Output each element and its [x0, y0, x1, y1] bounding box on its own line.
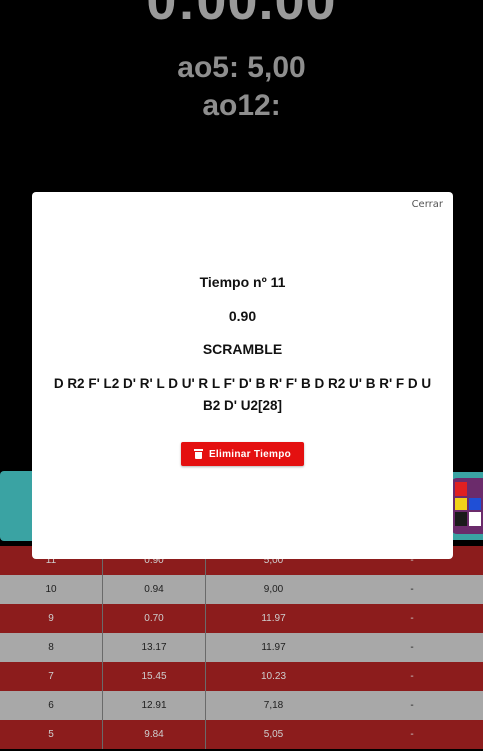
- scramble-text: D R2 F' L2 D' R' L D U' R L F' D' B R' F…: [53, 376, 432, 413]
- trash-icon: [193, 449, 203, 459]
- table-row[interactable]: 8 13.17 11.97 -: [0, 633, 483, 662]
- scramble-label: SCRAMBLE: [202, 341, 283, 357]
- cell-number: 9: [0, 604, 103, 633]
- delete-time-label: Eliminar Tiempo: [208, 448, 292, 460]
- cell-ao5: 9,00: [263, 584, 284, 595]
- cell-time: 15.45: [103, 662, 206, 691]
- modal-title: Tiempo nº 11: [199, 274, 286, 290]
- cube-face: [469, 498, 481, 510]
- cell-ao5: 10.23: [260, 671, 287, 682]
- cell-ao12: -: [410, 729, 414, 740]
- cube-face: [455, 498, 467, 510]
- cell-ao12: -: [410, 671, 414, 682]
- table-row[interactable]: 5 9.84 5,05 -: [0, 720, 483, 749]
- cube-face: [455, 512, 467, 526]
- cell-time: 12.91: [103, 691, 206, 720]
- cube-face: [455, 482, 467, 496]
- table-row[interactable]: 7 15.45 10.23 -: [0, 662, 483, 691]
- cell-number: 5: [0, 720, 103, 749]
- cell-time: 13.17: [103, 633, 206, 662]
- cell-number: 7: [0, 662, 103, 691]
- timer-display: 0:00.00: [146, 0, 337, 31]
- cell-ao5: 11.97: [261, 613, 286, 624]
- cell-time: 9.84: [103, 720, 206, 749]
- cell-number: 10: [0, 575, 103, 604]
- table-row[interactable]: 10 0.94 9,00 -: [0, 575, 483, 604]
- ao5-stat: ao5: 5,00: [177, 51, 306, 84]
- cell-ao12: -: [410, 584, 414, 595]
- table-row[interactable]: 9 0.70 11.97 -: [0, 604, 483, 633]
- close-button[interactable]: Cerrar: [412, 199, 443, 210]
- cube-face: [469, 512, 481, 526]
- times-table: 11 0.90 5,00 - 10 0.94 9,00 - 9 0.70 11.…: [0, 546, 483, 749]
- cell-ao5: 7,18: [263, 700, 284, 711]
- cell-number: 8: [0, 633, 103, 662]
- cell-ao12: -: [410, 700, 414, 711]
- modal-time-value: 0.90: [228, 308, 257, 324]
- cell-ao5: 11.97: [261, 642, 286, 653]
- time-detail-modal: Cerrar Tiempo nº 11 0.90 SCRAMBLE D R2 F…: [32, 192, 453, 559]
- cell-ao5: 5,05: [263, 729, 284, 740]
- cell-ao12: -: [410, 613, 414, 624]
- table-row[interactable]: 6 12.91 7,18 -: [0, 691, 483, 720]
- cell-time: 0.70: [103, 604, 206, 633]
- delete-time-button[interactable]: Eliminar Tiempo: [181, 442, 304, 466]
- ao12-stat: ao12:: [202, 89, 281, 122]
- cell-ao12: -: [410, 642, 414, 653]
- cell-time: 0.94: [103, 575, 206, 604]
- cell-number: 6: [0, 691, 103, 720]
